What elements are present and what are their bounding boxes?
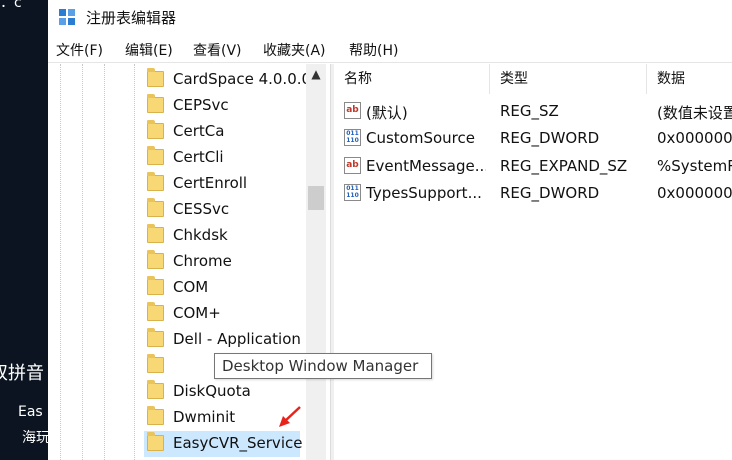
tree-item-label: EasyCVR_Service — [173, 434, 303, 452]
column-header-data[interactable]: 数据 — [647, 64, 732, 94]
value-data: 0x0000000 — [657, 129, 732, 147]
tree-item-label: DiskQuota — [173, 382, 251, 400]
taskbar-label-line2: 海玩 — [22, 430, 50, 446]
tree-item-label: COM+ — [173, 304, 221, 322]
folder-icon — [147, 432, 164, 451]
tree-item-label: CertEnroll — [173, 174, 248, 192]
folder-icon — [147, 276, 164, 295]
menu-bar: 文件(F) 编辑(E) 查看(V) 收藏夹(A) 帮助(H) — [48, 38, 732, 63]
tree-item-com[interactable]: COM — [144, 275, 328, 301]
value-type: REG_DWORD — [500, 129, 600, 147]
folder-icon — [147, 120, 164, 139]
column-header-type[interactable]: 类型 — [490, 64, 647, 94]
folder-icon — [147, 354, 164, 373]
tree-item-dell-application[interactable]: Dell - Application — [144, 327, 328, 353]
value-data: 0x0000000 — [657, 184, 732, 202]
tree-guide-line — [60, 64, 61, 460]
folder-icon — [147, 250, 164, 269]
tree-item-tooltip: Desktop Window Manager — [214, 353, 432, 379]
menu-edit[interactable]: 编辑(E) — [125, 40, 173, 60]
folder-icon — [147, 146, 164, 165]
menu-help[interactable]: 帮助(H) — [349, 40, 398, 60]
value-name: TypesSupport... — [366, 184, 482, 202]
value-row[interactable]: ab EventMessage... REG_EXPAND_SZ %System… — [334, 152, 732, 179]
window-title: 注册表编辑器 — [86, 9, 177, 27]
desktop-background: ：c 双拼音 Eas 海玩 — [0, 0, 50, 460]
dword-value-icon: 011 110 — [344, 129, 361, 146]
folder-icon — [147, 94, 164, 113]
dword-value-icon: 011 110 — [344, 184, 361, 201]
tree-item-certca[interactable]: CertCa — [144, 119, 328, 145]
tree-item-label: CardSpace 4.0.0.0 — [173, 70, 312, 88]
tree-item-label: Dwminit — [173, 408, 236, 426]
tree-vertical-scrollbar[interactable]: ▲ — [306, 64, 326, 460]
tree-item-chkdsk[interactable]: Chkdsk — [144, 223, 328, 249]
tree-item-certenroll[interactable]: CertEnroll — [144, 171, 328, 197]
tree-item-cessvc[interactable]: CESSvc — [144, 197, 328, 223]
tree-item-certcli[interactable]: CertCli — [144, 145, 328, 171]
folder-icon — [147, 68, 164, 87]
tree-item-diskquota[interactable]: DiskQuota — [144, 379, 328, 405]
values-list-pane[interactable]: 名称 类型 数据 ab (默认) REG_SZ (数值未设置 011 110 Cu… — [334, 64, 732, 460]
tree-item-label: CertCa — [173, 122, 225, 140]
registry-editor-window: 注册表编辑器 文件(F) 编辑(E) 查看(V) 收藏夹(A) 帮助(H) Ca… — [48, 0, 732, 460]
folder-icon — [147, 224, 164, 243]
folder-icon — [147, 406, 164, 425]
desktop-text-fragment: ：c — [0, 0, 22, 11]
tree-guide-line — [82, 64, 83, 460]
red-arrow-annotation-icon — [279, 406, 301, 427]
menu-view[interactable]: 查看(V) — [193, 40, 242, 60]
ime-text-fragment: 双拼音 — [0, 363, 44, 384]
tree-guide-line — [134, 64, 135, 460]
regedit-icon — [59, 9, 75, 25]
tree-item-label: CEPSvc — [173, 96, 229, 114]
column-header-name[interactable]: 名称 — [334, 64, 490, 94]
tree-item-easycvr-service[interactable]: EasyCVR_Service — [144, 431, 328, 457]
string-value-icon: ab — [344, 102, 361, 119]
tree-item-com-plus[interactable]: COM+ — [144, 301, 328, 327]
value-type: REG_EXPAND_SZ — [500, 157, 628, 175]
tree-item-cepsvc[interactable]: CEPSvc — [144, 93, 328, 119]
value-row[interactable]: ab (默认) REG_SZ (数值未设置 — [334, 97, 732, 124]
scrollbar-thumb[interactable] — [308, 186, 324, 210]
menu-file[interactable]: 文件(F) — [56, 40, 103, 60]
folder-icon — [147, 198, 164, 217]
folder-icon — [147, 302, 164, 321]
tree-item-chrome[interactable]: Chrome — [144, 249, 328, 275]
scroll-up-arrow-icon[interactable]: ▲ — [306, 64, 326, 84]
string-value-icon: ab — [344, 157, 361, 174]
value-type: REG_SZ — [500, 102, 559, 120]
taskbar-label-line1: Eas — [18, 404, 43, 420]
folder-icon — [147, 172, 164, 191]
value-name: EventMessage... — [366, 157, 486, 175]
value-data: %SystemR — [657, 157, 732, 175]
value-name: (默认) — [366, 104, 408, 122]
tree-item-label: CESSvc — [173, 200, 230, 218]
tree-item-label: Dell - Application — [173, 330, 301, 348]
value-row[interactable]: 011110 CustomSource REG_DWORD 0x0000000 — [334, 124, 732, 151]
value-type: REG_DWORD — [500, 184, 600, 202]
value-name: CustomSource — [366, 129, 475, 147]
tooltip-text: Desktop Window Manager — [222, 357, 419, 375]
menu-favorites[interactable]: 收藏夹(A) — [263, 40, 326, 60]
tree-item-label: COM — [173, 278, 209, 296]
title-bar[interactable]: 注册表编辑器 — [48, 0, 732, 36]
folder-icon — [147, 380, 164, 399]
value-row[interactable]: 011 110 TypesSupport... REG_DWORD 0x00000… — [334, 179, 732, 206]
folder-icon — [147, 328, 164, 347]
tree-item-label: Chrome — [173, 252, 232, 270]
key-tree-pane[interactable]: CardSpace 4.0.0.0 CEPSvc CertCa CertCli … — [48, 64, 328, 460]
tree-item-label: CertCli — [173, 148, 224, 166]
tree-guide-line — [104, 64, 105, 460]
tree-item-label: Chkdsk — [173, 226, 228, 244]
tree-item-cardspace[interactable]: CardSpace 4.0.0.0 — [144, 67, 328, 93]
value-data: (数值未设置 — [657, 104, 732, 122]
